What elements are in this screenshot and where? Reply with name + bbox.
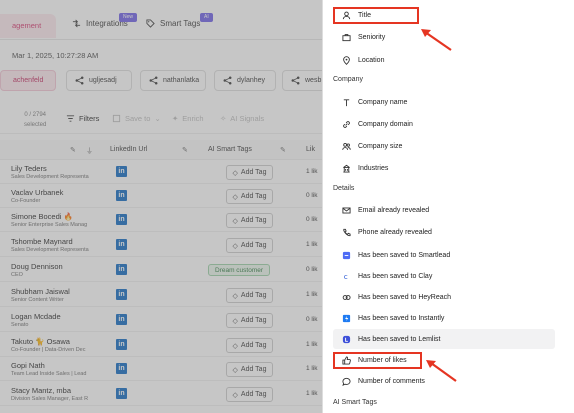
option-saved-smartlead[interactable]: Has been saved to Smartlead [333, 245, 555, 265]
option-label: Email already revealed [358, 206, 430, 214]
building-icon [342, 164, 351, 173]
clay-icon: c [342, 272, 351, 281]
option-label: Has been saved to Instantly [358, 314, 445, 322]
option-phone-revealed[interactable]: Phone already revealed [333, 222, 555, 242]
mail-icon [342, 206, 351, 215]
text-icon [342, 98, 351, 107]
phone-icon [342, 228, 351, 237]
smartlead-icon [342, 251, 351, 260]
link-icon [342, 120, 351, 129]
section-details: Details [333, 185, 355, 192]
people-icon [342, 142, 351, 151]
option-saved-lemlist[interactable]: Has been saved to Lemlist [333, 329, 555, 349]
highlight-number-of-likes-box [333, 352, 422, 369]
option-email-revealed[interactable]: Email already revealed [333, 200, 555, 220]
section-ai-smart-tags: AI Smart Tags [333, 399, 377, 406]
arrow-to-title-icon [421, 29, 452, 51]
option-label: Company domain [358, 120, 413, 128]
option-label: Company name [358, 98, 408, 106]
option-industries[interactable]: Industries [333, 158, 555, 178]
option-label: Location [358, 56, 385, 64]
arrow-to-likes-icon [426, 360, 457, 382]
option-saved-instantly[interactable]: Has been saved to Instantly [333, 308, 555, 328]
option-label: Number of comments [358, 377, 425, 385]
option-label: Phone already revealed [358, 228, 432, 236]
briefcase-icon [342, 33, 351, 42]
option-label: Has been saved to Clay [358, 272, 433, 280]
option-location[interactable]: Location [333, 50, 555, 70]
option-label: Has been saved to Smartlead [358, 251, 451, 259]
option-company-domain[interactable]: Company domain [333, 114, 555, 134]
comment-icon [342, 377, 351, 386]
option-saved-clay[interactable]: c Has been saved to Clay [333, 266, 555, 286]
option-label: Has been saved to HeyReach [358, 293, 451, 301]
option-label: Has been saved to Lemlist [358, 335, 441, 343]
option-label: Industries [358, 164, 389, 172]
instantly-icon [342, 314, 351, 323]
option-label: Seniority [358, 33, 386, 41]
svg-text:c: c [344, 272, 348, 281]
highlight-title-box [333, 7, 419, 24]
lemlist-icon [342, 335, 351, 344]
option-company-size[interactable]: Company size [333, 136, 555, 156]
option-label: Company size [358, 142, 403, 150]
heyreach-icon [342, 293, 351, 302]
section-company: Company [333, 76, 363, 83]
option-company-name[interactable]: Company name [333, 92, 555, 112]
location-pin-icon [342, 55, 351, 65]
option-saved-heyreach[interactable]: Has been saved to HeyReach [333, 287, 555, 307]
